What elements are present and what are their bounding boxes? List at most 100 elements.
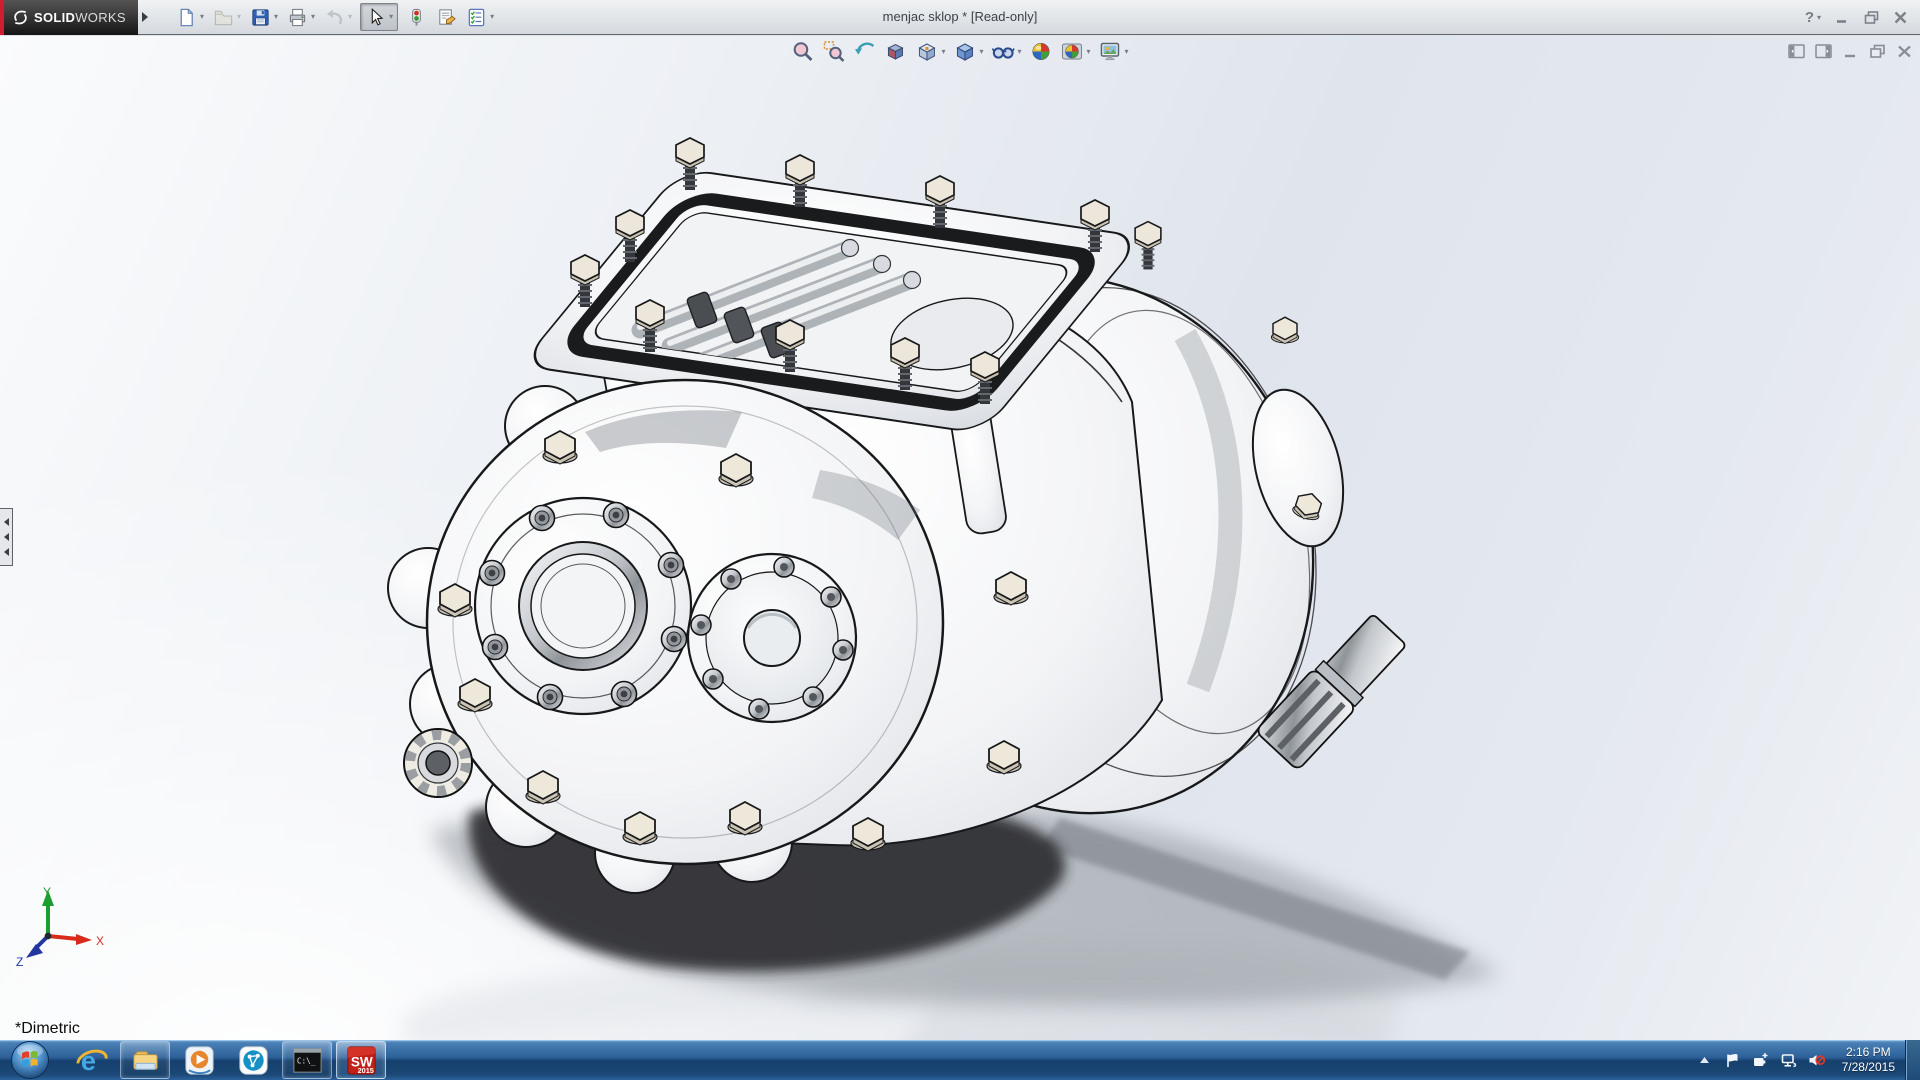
action-center-flag-icon[interactable] [1724,1052,1741,1069]
dropdown-arrow[interactable]: ▾ [1817,14,1821,22]
save-button[interactable]: ▾ [246,3,282,32]
dropdown-arrow[interactable]: ▾ [1087,48,1091,56]
taskbar-internet-explorer[interactable]: e [66,1041,116,1079]
doc-restore-button[interactable] [1869,44,1886,59]
file-properties-button[interactable] [432,3,461,32]
dropdown-arrow[interactable]: ▾ [200,13,204,21]
doc-minimize-button[interactable] [1842,44,1859,59]
show-hidden-icons-button[interactable] [1696,1052,1713,1069]
graphics-area[interactable]: ▾ ▾ ▾ ▾ ▾ [0,36,1920,1040]
new-document-button[interactable]: ▾ [172,3,208,32]
help-button[interactable]: ?▾ [1805,9,1821,26]
system-tray: 2:16 PM 7/28/2015 [1696,1040,1905,1080]
appearance-sphere-icon [1030,40,1053,63]
print-button[interactable]: ▾ [283,3,319,32]
minimize-button[interactable] [1835,11,1850,24]
y-axis-label: Y [43,885,51,899]
svg-text:2015: 2015 [357,1066,373,1075]
window-title: menjac sklop * [Read-only] [883,9,1038,24]
volume-muted-icon[interactable] [1808,1052,1825,1069]
zoom-to-area-icon [822,40,845,63]
tray-time: 2:16 PM [1842,1045,1895,1060]
file-properties-icon [436,7,457,28]
dropdown-arrow[interactable]: ▾ [311,13,315,21]
show-desktop-button[interactable] [1905,1040,1920,1080]
select-cursor-icon [365,7,385,27]
heads-up-view-toolbar: ▾ ▾ ▾ ▾ ▾ [788,38,1131,65]
save-floppy-icon [250,7,271,28]
show-display-pane-button[interactable] [1815,44,1832,59]
windows-taskbar: e C:\_ SW2015 2:16 PM 7/28/2015 [0,1040,1920,1080]
power-plug-icon[interactable] [1752,1052,1769,1069]
taskbar-media-player[interactable] [174,1041,224,1079]
options-button[interactable]: ▾ [462,3,498,32]
network-status-icon[interactable] [1780,1052,1797,1069]
select-tool-button[interactable]: ▾ [360,3,398,31]
apply-scene-button[interactable]: ▾ [1058,38,1094,65]
network-utility-icon [237,1044,270,1077]
media-player-icon [183,1044,216,1077]
tray-date: 7/28/2015 [1842,1060,1895,1075]
dropdown-arrow[interactable]: ▾ [1017,48,1021,56]
z-axis-label: Z [16,955,23,969]
rebuild-stoplight-icon [406,7,427,28]
view-settings-monitor-icon [1099,40,1122,63]
view-settings-button[interactable]: ▾ [1096,38,1132,65]
collapsed-feature-panel-tab[interactable] [0,508,13,566]
reference-triad[interactable]: Y X Z [8,884,118,1009]
dropdown-arrow[interactable]: ▾ [274,13,278,21]
close-button[interactable] [1893,11,1908,24]
taskbar-network-utility[interactable] [228,1041,278,1079]
start-button[interactable] [10,1040,50,1080]
display-style-icon [953,40,976,63]
internet-explorer-icon: e [75,1044,108,1077]
taskbar-solidworks[interactable]: SW2015 [336,1041,386,1079]
document-window-controls [1788,44,1913,59]
dropdown-arrow[interactable]: ▾ [979,48,983,56]
dropdown-arrow[interactable]: ▾ [237,13,241,21]
dropdown-arrow[interactable]: ▾ [490,13,494,21]
menu-pin-chevron-icon[interactable] [142,12,148,22]
dropdown-arrow[interactable]: ▾ [941,48,945,56]
undo-button[interactable]: ▾ [320,3,356,32]
open-document-button[interactable]: ▾ [209,3,245,32]
dropdown-arrow[interactable]: ▾ [1125,48,1129,56]
brand-text: SOLIDWORKS [34,10,126,25]
display-style-button[interactable]: ▾ [950,38,986,65]
doc-close-button[interactable] [1896,44,1913,59]
taskbar-command-prompt[interactable]: C:\_ [282,1041,332,1079]
title-bar: SOLIDWORKS ▾ ▾ ▾ ▾ ▾ ▾ [0,0,1920,35]
x-axis-label: X [96,934,104,948]
hide-show-items-button[interactable]: ▾ [988,38,1024,65]
logo-red-accent [0,0,4,35]
section-view-icon [884,40,907,63]
show-feature-panel-button[interactable] [1788,44,1805,59]
collapse-arrow-icon [4,518,9,526]
svg-text:C:\_: C:\_ [296,1056,315,1065]
edit-appearance-button[interactable] [1027,38,1056,65]
zoom-to-fit-button[interactable] [788,38,817,65]
dropdown-arrow[interactable]: ▾ [348,13,352,21]
dassault-mark-icon [12,9,29,26]
input-bearing-hub [475,498,691,714]
zoom-to-fit-icon [791,40,814,63]
section-view-button[interactable] [881,38,910,65]
spline-end-face [404,729,472,797]
folder-icon [129,1044,162,1077]
restore-button[interactable] [1864,11,1879,24]
solidworks-icon: SW2015 [345,1044,378,1077]
dropdown-arrow[interactable]: ▾ [389,13,393,21]
rebuild-button[interactable] [402,3,431,32]
window-controls: ?▾ [1805,0,1908,35]
eyeglasses-icon [991,40,1014,63]
x-axis-arrow-icon [76,934,92,945]
new-document-icon [176,7,197,28]
view-orientation-button[interactable]: ▾ [912,38,948,65]
zoom-to-area-button[interactable] [819,38,848,65]
clock[interactable]: 2:16 PM 7/28/2015 [1842,1045,1895,1075]
gearbox-model[interactable] [0,36,1920,1040]
taskbar-windows-explorer[interactable] [120,1041,170,1079]
previous-view-icon [853,40,876,63]
previous-view-button[interactable] [850,38,879,65]
view-orientation-icon [915,40,938,63]
